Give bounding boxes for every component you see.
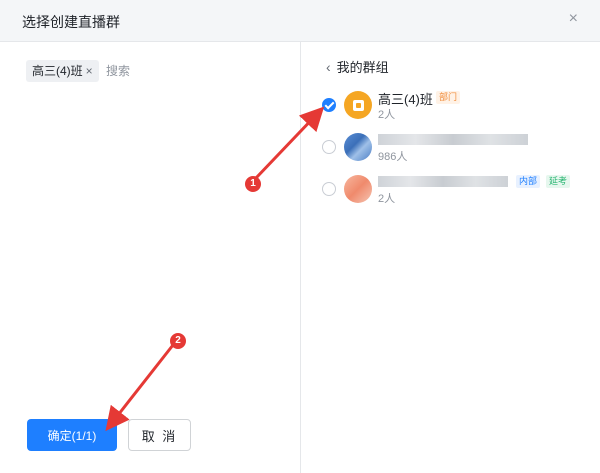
book-icon — [352, 99, 364, 111]
group-name-redacted — [378, 173, 508, 188]
group-member-count: 986人 — [378, 151, 408, 163]
group-row[interactable]: 内部 延考 2人 — [322, 172, 592, 208]
group-row[interactable]: 986人 — [322, 130, 592, 166]
group-member-count: 2人 — [378, 193, 396, 205]
chevron-left-icon[interactable]: ‹ — [326, 59, 331, 75]
remove-chip-icon[interactable]: × — [86, 60, 93, 82]
cancel-button[interactable]: 取 消 — [128, 419, 191, 451]
breadcrumb-label: 我的群组 — [336, 60, 389, 75]
step-marker-1: 1 — [245, 176, 261, 192]
confirm-button[interactable]: 确定(1/1) — [27, 419, 117, 451]
breadcrumb[interactable]: ‹ 我的群组 — [326, 57, 389, 76]
group-avatar — [344, 175, 372, 203]
chip-label: 高三(4)班 — [32, 64, 83, 78]
group-checkbox[interactable] — [322, 140, 336, 154]
selected-panel — [0, 42, 300, 473]
step-marker-2: 2 — [170, 333, 186, 349]
group-name-redacted — [378, 131, 528, 146]
status-badge: 延考 — [546, 175, 571, 188]
internal-badge: 内部 — [516, 175, 541, 188]
dialog-header: 选择创建直播群 × — [0, 0, 600, 42]
search-input[interactable] — [104, 61, 258, 81]
group-checkbox[interactable] — [322, 182, 336, 196]
close-icon[interactable]: × — [569, 10, 578, 28]
group-avatar — [344, 91, 372, 119]
department-badge: 部门 — [436, 91, 461, 104]
group-avatar — [344, 133, 372, 161]
dialog-title: 选择创建直播群 — [22, 14, 120, 30]
group-member-count: 2人 — [378, 109, 396, 121]
selected-group-chip: 高三(4)班 × — [26, 60, 99, 82]
group-row[interactable]: 高三(4)班 部门 2人 — [322, 88, 592, 124]
group-checkbox-checked[interactable] — [322, 98, 336, 112]
